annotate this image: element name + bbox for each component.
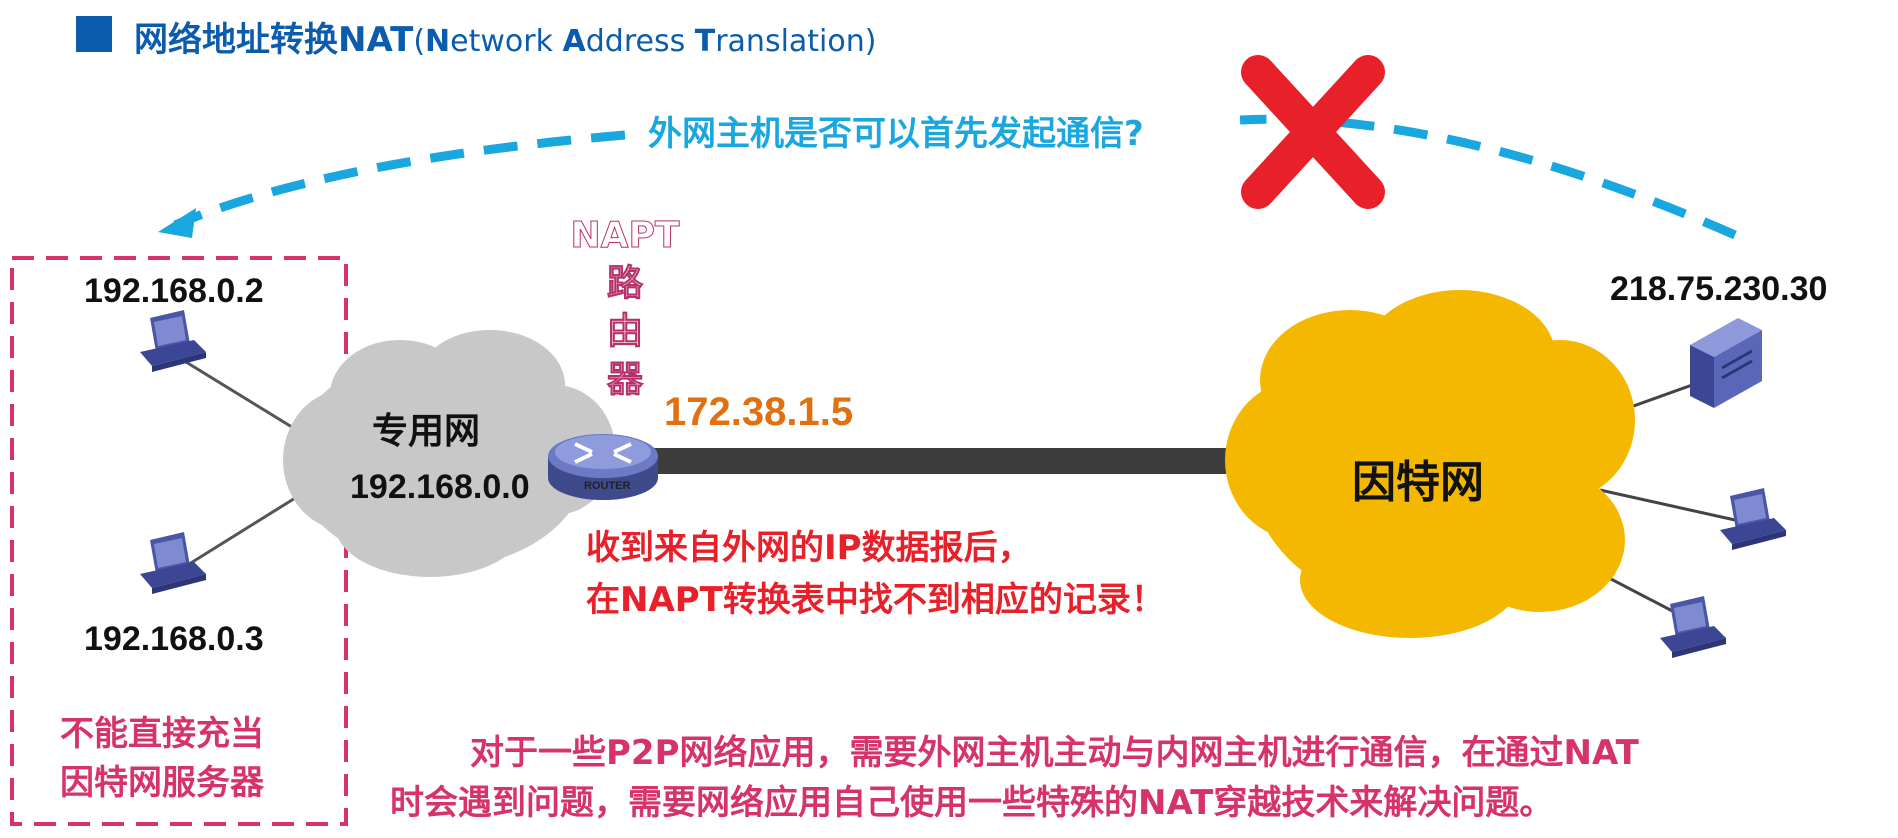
link-host-3 xyxy=(185,493,301,568)
napt-label-line-2: 路 xyxy=(606,263,643,305)
private-note-line-2: 因特网服务器 xyxy=(60,763,264,803)
question-text: 外网主机是否可以首先发起通信? xyxy=(648,114,1144,154)
private-network-label: 专用网 xyxy=(372,411,481,452)
x-mark-icon xyxy=(1241,55,1385,209)
explanation-line-2: 时会遇到问题，需要网络应用自己使用一些特殊的NAT穿越技术来解决问题。 xyxy=(390,783,1554,823)
pc-icon-host-3 xyxy=(140,532,206,594)
host-ip-2: 192.168.0.3 xyxy=(84,620,264,658)
arrow-head-icon xyxy=(158,208,196,238)
router-caption: ROUTER xyxy=(584,480,631,492)
link-host-a xyxy=(1599,488,1736,522)
pc-icon-host-2 xyxy=(140,310,206,372)
explanation-line-1: 对于一些P2P网络应用，需要外网主机主动与内网主机进行通信，在通过NAT xyxy=(470,733,1639,773)
wan-link xyxy=(645,448,1235,474)
pc-icon-internet-b xyxy=(1660,596,1726,658)
router-ip: 172.38.1.5 xyxy=(664,390,854,434)
server-icon xyxy=(1690,318,1762,408)
router-message-line-2: 在NAPT转换表中找不到相应的记录！ xyxy=(586,580,1165,620)
internet-label: 因特网 xyxy=(1352,457,1484,508)
nat-diagram: 网络地址转换NAT(Network Address Translation) 外… xyxy=(0,0,1898,838)
server-ip: 218.75.230.30 xyxy=(1610,270,1828,308)
private-note-line-1: 不能直接充当 xyxy=(60,714,264,754)
napt-label-line-3: 由 xyxy=(606,311,643,353)
router-message-line-1: 收到来自外网的IP数据报后， xyxy=(586,528,1032,568)
communication-arc-left xyxy=(173,130,626,230)
host-ip-1: 192.168.0.2 xyxy=(84,272,264,310)
link-host-2 xyxy=(185,360,301,434)
private-network-address: 192.168.0.0 xyxy=(350,468,530,506)
napt-router-label: NAPT 路 由 器 xyxy=(566,212,684,404)
napt-label-line-1: NAPT xyxy=(570,215,680,257)
